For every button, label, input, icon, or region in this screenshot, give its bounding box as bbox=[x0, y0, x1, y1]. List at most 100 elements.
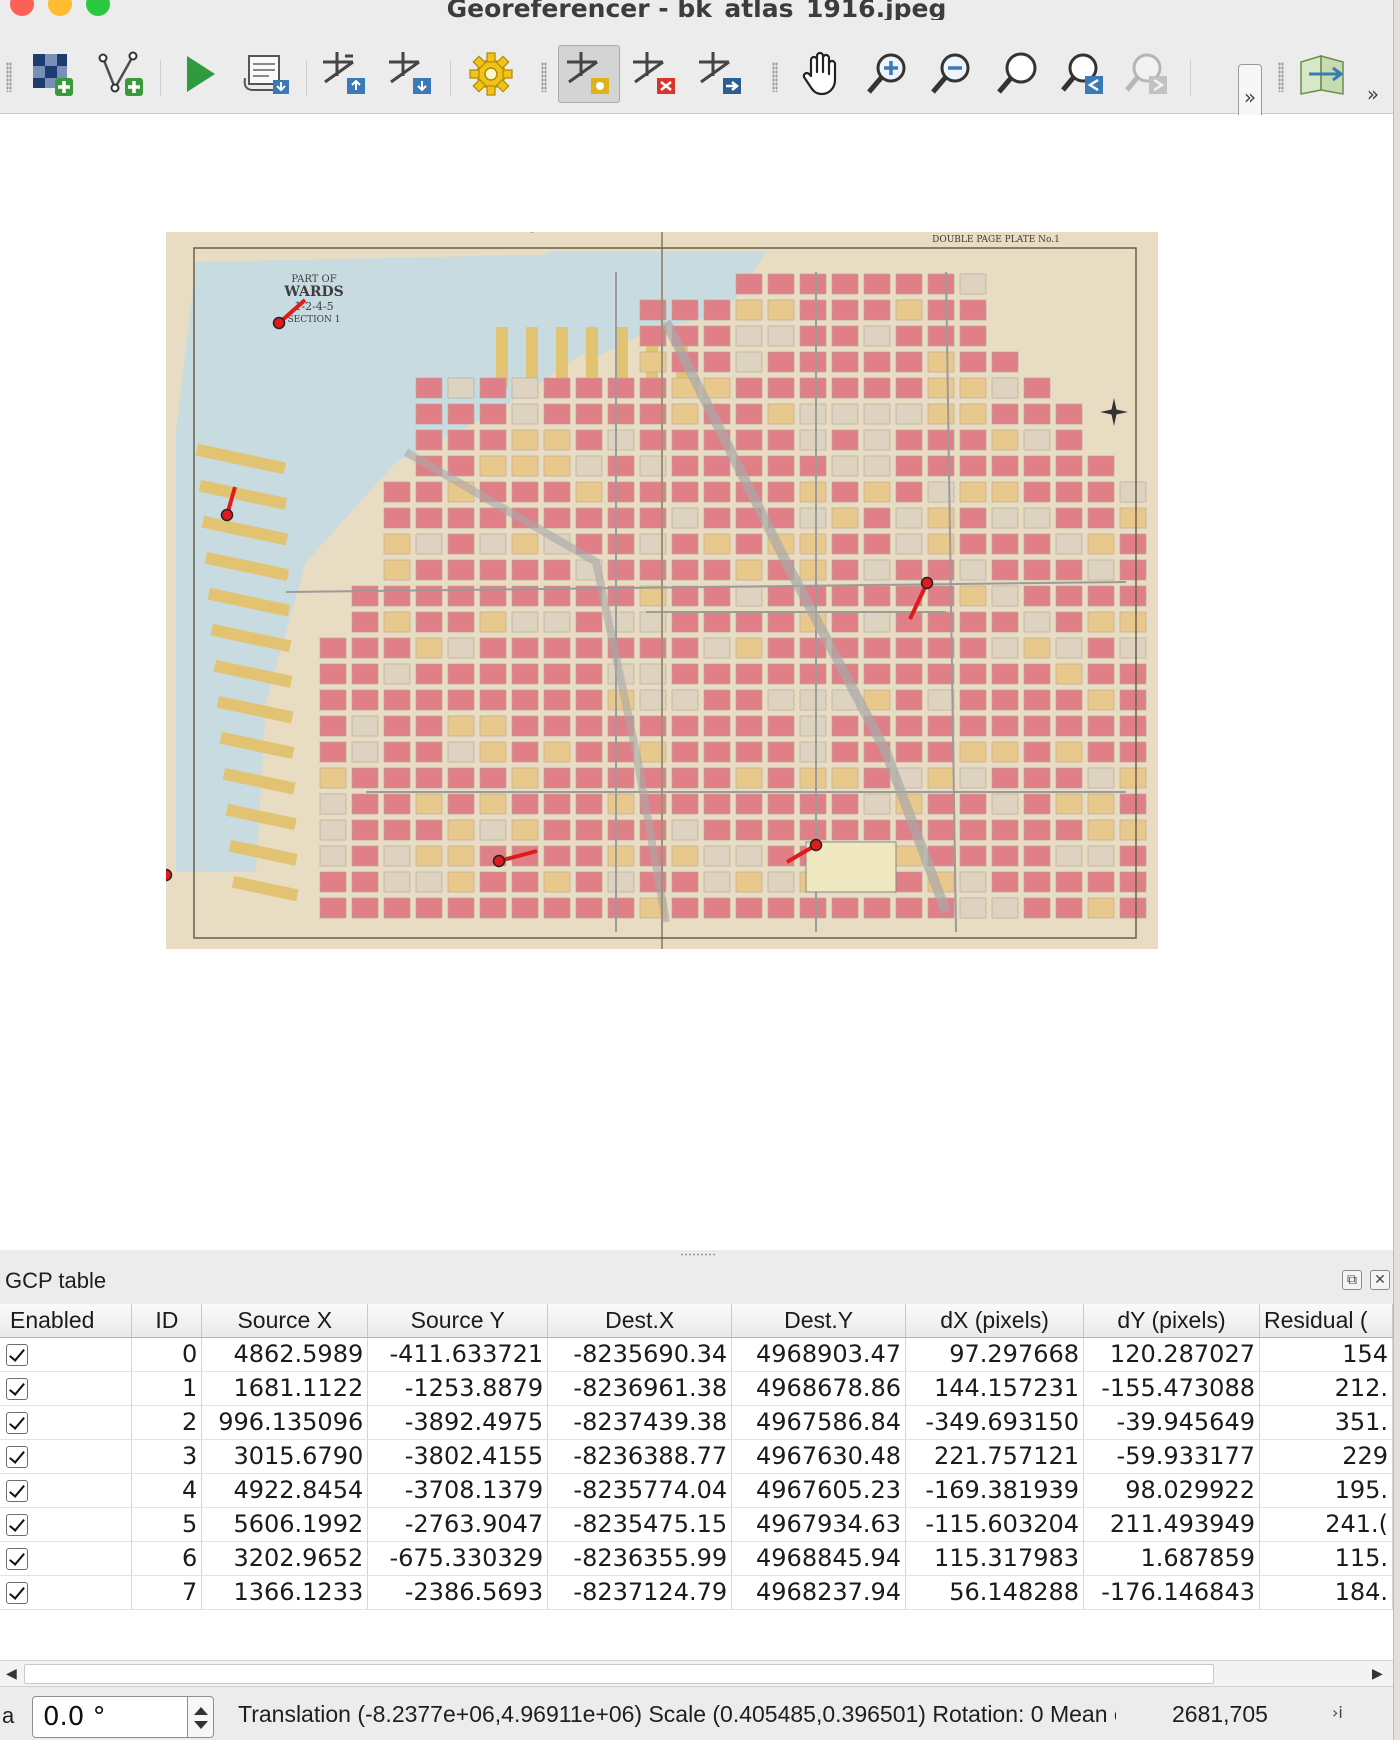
cell-dest-y[interactable]: 4968903.47 bbox=[731, 1337, 907, 1372]
gcp-point-marker[interactable] bbox=[220, 508, 234, 522]
cell-dx[interactable]: 115.317983 bbox=[905, 1541, 1085, 1576]
cell-dest-x[interactable]: -8235475.15 bbox=[547, 1507, 733, 1542]
cell-id[interactable]: 4 bbox=[131, 1473, 203, 1508]
save-gcp-points-button[interactable] bbox=[380, 45, 442, 103]
column-header-0[interactable]: Enabled bbox=[0, 1304, 133, 1338]
column-header-4[interactable]: Dest.X bbox=[547, 1304, 733, 1338]
cell-dx[interactable]: 144.157231 bbox=[905, 1371, 1085, 1406]
cell-dx[interactable]: 56.148288 bbox=[905, 1575, 1085, 1610]
cell-dy[interactable]: 211.493949 bbox=[1083, 1507, 1260, 1542]
cell-source-x[interactable]: 4922.8454 bbox=[201, 1473, 369, 1508]
zoom-next-button[interactable] bbox=[1116, 45, 1178, 103]
cell-source-y[interactable]: -3802.4155 bbox=[367, 1439, 549, 1474]
cell-source-y[interactable]: -1253.8879 bbox=[367, 1371, 549, 1406]
cell-dx[interactable]: 221.757121 bbox=[905, 1439, 1085, 1474]
link-georeferencer-button[interactable] bbox=[1292, 45, 1354, 103]
table-row[interactable]: 3 3015.6790 -3802.4155 -8236388.77 4967630.4… bbox=[0, 1439, 1393, 1474]
enabled-checkbox[interactable] bbox=[6, 1480, 28, 1502]
add-vector-button[interactable] bbox=[90, 45, 152, 103]
cell-id[interactable]: 6 bbox=[131, 1541, 203, 1576]
cell-residual[interactable]: 229 bbox=[1259, 1439, 1393, 1474]
float-panel-button[interactable]: ⧉ bbox=[1342, 1270, 1362, 1290]
enabled-checkbox[interactable] bbox=[6, 1412, 28, 1434]
table-row[interactable]: 1 1681.1122 -1253.8879 -8236961.38 4968678.8… bbox=[0, 1371, 1393, 1406]
cell-dest-y[interactable]: 4968845.94 bbox=[731, 1541, 907, 1576]
toolbar-grip[interactable] bbox=[541, 62, 547, 92]
map-canvas[interactable]: PART OF WARDS 1-2-4-5 SECTION 1 DOUBLE P… bbox=[0, 115, 1393, 1250]
column-header-1[interactable]: ID bbox=[131, 1304, 203, 1338]
cell-id[interactable]: 0 bbox=[131, 1337, 203, 1372]
cell-residual[interactable]: 154 bbox=[1259, 1337, 1393, 1372]
cell-id[interactable]: 7 bbox=[131, 1575, 203, 1610]
cell-residual[interactable]: 195. bbox=[1259, 1473, 1393, 1508]
cell-source-y[interactable]: -411.633721 bbox=[367, 1337, 549, 1372]
cell-dest-x[interactable]: -8235774.04 bbox=[547, 1473, 733, 1508]
gcp-point-marker[interactable] bbox=[166, 868, 173, 882]
column-header-7[interactable]: dY (pixels) bbox=[1083, 1304, 1260, 1338]
stepper-down-icon[interactable] bbox=[194, 1721, 208, 1729]
table-row[interactable]: 4 4922.8454 -3708.1379 -8235774.04 4967605.2… bbox=[0, 1473, 1393, 1508]
table-row[interactable]: 2 996.135096 -3892.4975 -8237439.38 4967586.… bbox=[0, 1405, 1393, 1440]
cell-dest-x[interactable]: -8236355.99 bbox=[547, 1541, 733, 1576]
table-row[interactable]: 0 4862.5989 -411.633721 -8235690.34 4968903.… bbox=[0, 1337, 1393, 1372]
zoom-in-button[interactable] bbox=[856, 45, 918, 103]
rotation-input[interactable]: 0.0 ° bbox=[32, 1696, 188, 1738]
panel-splitter[interactable] bbox=[0, 1250, 1393, 1258]
cell-dest-x[interactable]: -8237439.38 bbox=[547, 1405, 733, 1440]
cell-dx[interactable]: 97.297668 bbox=[905, 1337, 1085, 1372]
cell-dest-y[interactable]: 4967605.23 bbox=[731, 1473, 907, 1508]
cell-dy[interactable]: -176.146843 bbox=[1083, 1575, 1260, 1610]
cell-dy[interactable]: 120.287027 bbox=[1083, 1337, 1260, 1372]
enabled-checkbox[interactable] bbox=[6, 1514, 28, 1536]
cell-source-x[interactable]: 4862.5989 bbox=[201, 1337, 369, 1372]
cell-source-x[interactable]: 1366.1233 bbox=[201, 1575, 369, 1610]
gcp-point-marker[interactable] bbox=[272, 316, 286, 330]
cell-dest-y[interactable]: 4968237.94 bbox=[731, 1575, 907, 1610]
generate-gdal-script-button[interactable] bbox=[236, 45, 298, 103]
cell-residual[interactable]: 184. bbox=[1259, 1575, 1393, 1610]
cell-dest-y[interactable]: 4968678.86 bbox=[731, 1371, 907, 1406]
stepper-up-icon[interactable] bbox=[194, 1707, 208, 1715]
cell-id[interactable]: 1 bbox=[131, 1371, 203, 1406]
toolbar-grip[interactable] bbox=[1278, 62, 1284, 92]
scroll-right-icon[interactable]: ▶ bbox=[1372, 1665, 1383, 1682]
table-row[interactable]: 6 3202.9652 -675.330329 -8236355.99 4968845.… bbox=[0, 1541, 1393, 1576]
enabled-checkbox[interactable] bbox=[6, 1378, 28, 1400]
cell-dx[interactable]: -349.693150 bbox=[905, 1405, 1085, 1440]
cell-dest-y[interactable]: 4967586.84 bbox=[731, 1405, 907, 1440]
cell-dy[interactable]: 1.687859 bbox=[1083, 1541, 1260, 1576]
scrollbar-thumb[interactable] bbox=[24, 1664, 1214, 1684]
georeferenced-raster[interactable]: PART OF WARDS 1-2-4-5 SECTION 1 DOUBLE P… bbox=[166, 232, 1158, 949]
cell-source-x[interactable]: 3015.6790 bbox=[201, 1439, 369, 1474]
cell-dest-x[interactable]: -8236388.77 bbox=[547, 1439, 733, 1474]
column-header-8[interactable]: Residual ( bbox=[1259, 1304, 1393, 1338]
status-overflow-icon[interactable]: ›i bbox=[1332, 1703, 1343, 1722]
cell-residual[interactable]: 115. bbox=[1259, 1541, 1393, 1576]
cell-source-y[interactable]: -675.330329 bbox=[367, 1541, 549, 1576]
enabled-checkbox[interactable] bbox=[6, 1582, 28, 1604]
enabled-checkbox[interactable] bbox=[6, 1446, 28, 1468]
cell-dx[interactable]: -169.381939 bbox=[905, 1473, 1085, 1508]
cell-id[interactable]: 5 bbox=[131, 1507, 203, 1542]
cell-id[interactable]: 3 bbox=[131, 1439, 203, 1474]
scroll-left-icon[interactable]: ◀ bbox=[6, 1665, 17, 1682]
cell-source-x[interactable]: 996.135096 bbox=[201, 1405, 369, 1440]
cell-dy[interactable]: -39.945649 bbox=[1083, 1405, 1260, 1440]
cell-dest-x[interactable]: -8237124.79 bbox=[547, 1575, 733, 1610]
column-header-5[interactable]: Dest.Y bbox=[731, 1304, 907, 1338]
cell-dest-x[interactable]: -8236961.38 bbox=[547, 1371, 733, 1406]
add-raster-button[interactable] bbox=[20, 45, 82, 103]
gcp-point-marker[interactable] bbox=[809, 838, 823, 852]
table-row[interactable]: 7 1366.1233 -2386.5693 -8237124.79 4968237.9… bbox=[0, 1575, 1393, 1610]
gcp-point-marker[interactable] bbox=[920, 576, 934, 590]
cell-source-y[interactable]: -2763.9047 bbox=[367, 1507, 549, 1542]
enabled-checkbox[interactable] bbox=[6, 1548, 28, 1570]
close-panel-button[interactable]: ✕ bbox=[1370, 1270, 1390, 1290]
table-row[interactable]: 5 5606.1992 -2763.9047 -8235475.15 4967934.6… bbox=[0, 1507, 1393, 1542]
cell-dy[interactable]: 98.029922 bbox=[1083, 1473, 1260, 1508]
cell-source-x[interactable]: 5606.1992 bbox=[201, 1507, 369, 1542]
cell-dx[interactable]: -115.603204 bbox=[905, 1507, 1085, 1542]
column-header-2[interactable]: Source X bbox=[201, 1304, 369, 1338]
cell-source-y[interactable]: -2386.5693 bbox=[367, 1575, 549, 1610]
transformation-settings-button[interactable] bbox=[460, 45, 522, 103]
